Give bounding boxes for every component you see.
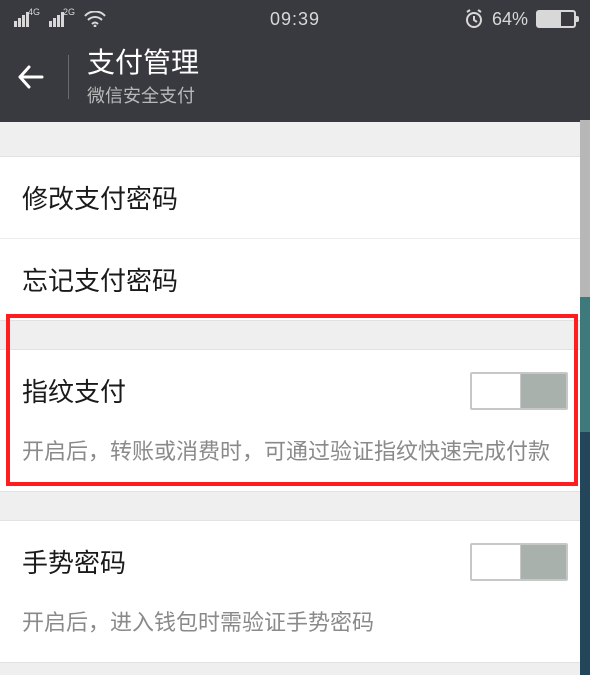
row-label: 指纹支付 xyxy=(22,372,126,409)
signal-icon: 4G xyxy=(14,12,41,27)
alarm-icon xyxy=(464,9,484,29)
section-gap xyxy=(0,321,590,349)
status-bar: 4G 2G 09:39 64% xyxy=(0,0,590,38)
settings-group-fingerprint: 指纹支付 开启后，转账或消费时，可通过验证指纹快速完成付款 xyxy=(0,349,590,492)
gesture-toggle[interactable] xyxy=(470,543,568,581)
nav-header: 支付管理 微信安全支付 xyxy=(0,38,590,122)
section-gap xyxy=(0,122,590,156)
battery-icon xyxy=(536,10,576,28)
row-label: 修改支付密码 xyxy=(22,179,178,216)
battery-percentage: 64% xyxy=(492,9,528,30)
row-forgot-payment-password[interactable]: 忘记支付密码 xyxy=(0,238,590,320)
nav-divider xyxy=(68,55,69,99)
screenshot-edge xyxy=(580,0,590,675)
page-title: 支付管理 xyxy=(87,46,199,80)
row-label: 手势密码 xyxy=(22,543,126,580)
back-button[interactable] xyxy=(10,53,50,101)
signal-1-label: 4G xyxy=(28,8,40,17)
row-gesture-password[interactable]: 手势密码 xyxy=(0,521,590,595)
signal-icon: 2G xyxy=(49,12,76,27)
wifi-icon xyxy=(84,11,106,27)
fingerprint-toggle[interactable] xyxy=(470,372,568,410)
row-fingerprint-pay[interactable]: 指纹支付 xyxy=(0,350,590,424)
page-subtitle: 微信安全支付 xyxy=(87,82,199,108)
section-gap xyxy=(0,492,590,520)
row-change-payment-password[interactable]: 修改支付密码 xyxy=(0,157,590,238)
settings-group-gesture: 手势密码 开启后，进入钱包时需验证手势密码 xyxy=(0,520,590,663)
settings-group-password: 修改支付密码 忘记支付密码 xyxy=(0,156,590,321)
signal-2-label: 2G xyxy=(63,8,75,17)
row-label: 忘记支付密码 xyxy=(22,261,178,298)
fingerprint-description: 开启后，转账或消费时，可通过验证指纹快速完成付款 xyxy=(0,424,590,491)
gesture-description: 开启后，进入钱包时需验证手势密码 xyxy=(0,595,590,662)
